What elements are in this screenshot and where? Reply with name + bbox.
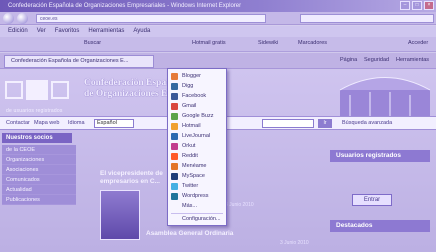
contactar-link[interactable]: Contactar: [6, 120, 30, 126]
twitter-icon: [171, 183, 178, 190]
pagina-menu[interactable]: Página: [340, 57, 357, 63]
orkut-icon: [171, 143, 178, 150]
hotmail-link[interactable]: Hotmail gratis: [192, 40, 226, 46]
socios-heading: Nuestros socios: [2, 133, 72, 143]
entrar-button[interactable]: Entrar: [352, 194, 392, 206]
menu-item-gmail[interactable]: Gmail: [168, 102, 226, 111]
menu-herramientas[interactable]: Herramientas: [88, 26, 124, 37]
menu-item-google-buzz[interactable]: Google Buzz: [168, 112, 226, 121]
idioma-label: Idioma: [68, 120, 85, 126]
menu-item-blogger[interactable]: Blogger: [168, 72, 226, 81]
language-select[interactable]: Español: [94, 119, 134, 128]
minimize-button[interactable]: –: [400, 1, 410, 10]
window-controls: – □ ×: [400, 1, 434, 10]
list-item[interactable]: Publicaciones: [2, 195, 76, 205]
menu-ayuda[interactable]: Ayuda: [133, 26, 150, 37]
marcadores-button[interactable]: Marcadores: [298, 40, 327, 46]
myspace-icon: [171, 173, 178, 180]
tab-ceoe[interactable]: Confederación Española de Organizaciones…: [4, 55, 154, 68]
browser-window: Confederación Española de Organizaciones…: [0, 0, 436, 252]
menu-item-livejournal[interactable]: LiveJournal: [168, 132, 226, 141]
gmail-icon: [171, 103, 178, 110]
news-date: 3 Junio 2010: [225, 202, 254, 208]
seguridad-menu[interactable]: Seguridad: [364, 57, 389, 63]
window-title: Confederación Española de Organizaciones…: [8, 3, 242, 9]
menu-edicion[interactable]: Edición: [8, 26, 28, 37]
digg-icon: [171, 83, 178, 90]
hotmail-icon: [171, 123, 178, 130]
ceoe-logo: [5, 80, 69, 100]
title-bar: Confederación Española de Organizaciones…: [0, 0, 436, 12]
menu-item-mas[interactable]: Más...: [168, 202, 226, 211]
destacados-heading: Destacados: [330, 220, 430, 232]
menu-item-digg[interactable]: Digg: [168, 82, 226, 91]
acceder-button[interactable]: Acceder: [408, 40, 428, 46]
menu-item-twitter[interactable]: Twitter: [168, 182, 226, 191]
forward-button[interactable]: [17, 13, 28, 24]
herramientas-menu[interactable]: Herramientas: [396, 57, 429, 63]
close-button[interactable]: ×: [424, 1, 434, 10]
menu-item-wordpress[interactable]: Wordpress: [168, 192, 226, 201]
links-toolbar: Buscar Hotmail gratis Sidewiki Marcadore…: [0, 37, 436, 52]
meneame-icon: [171, 163, 178, 170]
site-search-button[interactable]: Ir: [318, 119, 332, 128]
reddit-icon: [171, 153, 178, 160]
menu-item-orkut[interactable]: Orkut: [168, 142, 226, 151]
list-item[interactable]: Asociaciones: [2, 165, 76, 175]
browser-search-input[interactable]: [300, 14, 434, 23]
command-bar: Confederación Española de Organizaciones…: [0, 53, 436, 69]
list-item[interactable]: Organizaciones: [2, 155, 76, 165]
menu-item-reddit[interactable]: Reddit: [168, 152, 226, 161]
menu-bar: Edición Ver Favoritos Herramientas Ayuda: [0, 26, 436, 37]
buscar-button[interactable]: Buscar: [84, 40, 101, 46]
blogger-icon: [171, 73, 178, 80]
menu-item-meneame[interactable]: Menéame: [168, 162, 226, 171]
share-dropdown-menu: Blogger Digg Facebook Gmail Google Buzz …: [167, 68, 227, 226]
busqueda-avanzada-link[interactable]: Búsqueda avanzada: [342, 120, 392, 126]
url-field[interactable]: ceoe.es: [36, 14, 266, 23]
wordpress-icon: [171, 193, 178, 200]
facebook-icon: [171, 93, 178, 100]
site-search-input[interactable]: [262, 119, 314, 128]
menu-item-myspace[interactable]: MySpace: [168, 172, 226, 181]
maximize-button[interactable]: □: [412, 1, 422, 10]
menu-item-configuracion[interactable]: Configuración...: [168, 215, 226, 224]
back-button[interactable]: [3, 13, 14, 24]
usuarios-heading: Usuarios registrados: [330, 150, 430, 162]
asamblea-headline[interactable]: Asamblea General Ordinaria: [146, 230, 233, 237]
menu-item-hotmail[interactable]: Hotmail: [168, 122, 226, 131]
sidewiki-button[interactable]: Sidewiki: [258, 40, 278, 46]
google-buzz-icon: [171, 113, 178, 120]
list-item[interactable]: Comunicados: [2, 175, 76, 185]
news-date-2: 3 Junio 2010: [280, 240, 309, 246]
list-item[interactable]: de la CEOE: [2, 145, 76, 155]
left-nav-list: de la CEOE Organizaciones Asociaciones C…: [2, 145, 76, 205]
livejournal-icon: [171, 133, 178, 140]
mapa-web-link[interactable]: Mapa web: [34, 120, 59, 126]
list-item[interactable]: Actualidad: [2, 185, 76, 195]
menu-item-facebook[interactable]: Facebook: [168, 92, 226, 101]
news-image[interactable]: [100, 190, 140, 240]
site-subtitle: de usuarios registrados: [6, 108, 63, 114]
menu-separator: [171, 213, 223, 214]
address-bar: ceoe.es: [0, 12, 436, 25]
menu-ver[interactable]: Ver: [37, 26, 46, 37]
menu-favoritos[interactable]: Favoritos: [55, 26, 80, 37]
